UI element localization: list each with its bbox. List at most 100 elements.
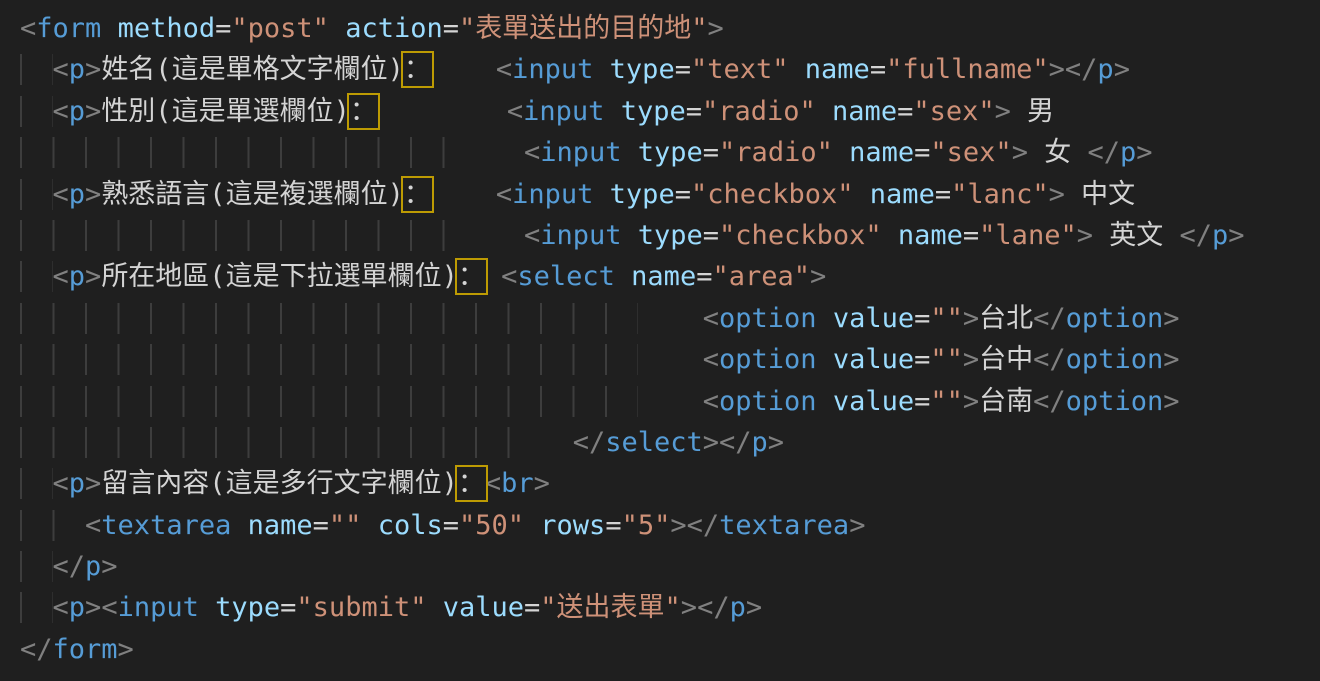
code-line: </form> (20, 629, 1320, 670)
code-token: < (53, 261, 69, 292)
code-token: </ (1087, 137, 1120, 168)
code-line: <option value="">台北</option> (20, 298, 1320, 339)
code-token: "fullname" (886, 54, 1049, 85)
indent-guides (20, 220, 475, 251)
code-token: = (935, 179, 951, 210)
code-token: option (1066, 303, 1164, 334)
code-token (199, 592, 215, 623)
code-token: select (605, 427, 703, 458)
code-token (638, 344, 703, 375)
code-token: = (963, 220, 979, 251)
indent-guides (20, 468, 53, 499)
code-token (638, 386, 703, 417)
code-token (361, 510, 377, 541)
code-editor[interactable]: <form method="post" action="表單送出的目的地"> <… (0, 0, 1320, 681)
code-token: </ (1065, 54, 1098, 85)
indent-guides (20, 303, 638, 334)
code-token: cols (378, 510, 443, 541)
code-line: <input type="radio" name="sex"> 女 </p> (20, 132, 1320, 173)
code-token (817, 344, 833, 375)
code-token: "sex" (913, 96, 994, 127)
unicode-highlight-box: ： (404, 179, 431, 210)
code-token: = (914, 303, 930, 334)
code-token: < (496, 54, 512, 85)
code-token: name (849, 137, 914, 168)
code-token: > (1136, 137, 1152, 168)
code-token: = (870, 54, 886, 85)
code-token: = (675, 54, 691, 85)
code-token (231, 510, 247, 541)
code-token: value (833, 386, 914, 417)
code-token: </ (573, 427, 606, 458)
code-token: </ (687, 510, 720, 541)
code-token: input (540, 137, 621, 168)
code-token (817, 386, 833, 417)
code-token (621, 137, 637, 168)
code-token: option (719, 303, 817, 334)
code-token: name (631, 261, 696, 292)
unicode-highlight-box: ： (458, 261, 485, 292)
code-line: <p>性別(這是單選欄位)： <input type="radio" name=… (20, 91, 1320, 132)
code-token: = (605, 510, 621, 541)
code-token: > (85, 96, 101, 127)
code-token: input (118, 592, 199, 623)
code-token: = (703, 137, 719, 168)
code-token: 女 (1028, 137, 1088, 168)
code-token: </ (1033, 386, 1066, 417)
code-token: < (703, 303, 719, 334)
code-token (615, 261, 631, 292)
code-token: form (53, 634, 118, 665)
indent-guides (20, 137, 475, 168)
indent-guides (20, 96, 53, 127)
code-line: <p>熟悉語言(這是複選欄位)： <input type="checkbox" … (20, 174, 1320, 215)
code-token: < (703, 386, 719, 417)
code-token: p (69, 261, 85, 292)
code-token: "text" (691, 54, 789, 85)
code-token (485, 261, 501, 292)
code-line: <p>留言內容(這是多行文字欄位)：<br> (20, 463, 1320, 504)
code-token (524, 510, 540, 541)
code-token: "submit" (296, 592, 426, 623)
code-token: p (1120, 137, 1136, 168)
code-token (377, 96, 507, 127)
code-token: p (69, 592, 85, 623)
code-token: > (85, 261, 101, 292)
code-token: = (443, 510, 459, 541)
code-line: <option value="">台南</option> (20, 381, 1320, 422)
code-token: 熟悉語言(這是複選欄位) (101, 179, 404, 210)
code-token: p (730, 592, 746, 623)
code-token: < (501, 261, 517, 292)
code-token: type (215, 592, 280, 623)
code-token: "lanc" (951, 179, 1049, 210)
code-line: <textarea name="" cols="50" rows="5"></t… (20, 505, 1320, 546)
code-token (475, 137, 524, 168)
code-token: > (1049, 179, 1065, 210)
code-token: 所在地區(這是下拉選單欄位) (101, 261, 458, 292)
code-token (817, 303, 833, 334)
code-token: value (833, 344, 914, 375)
code-line: <input type="checkbox" name="lane"> 英文 <… (20, 215, 1320, 256)
code-token: = (914, 386, 930, 417)
code-token (621, 220, 637, 251)
code-token: </ (697, 592, 730, 623)
code-token (431, 54, 496, 85)
code-token: type (621, 96, 686, 127)
code-token: = (914, 344, 930, 375)
code-token: 姓名(這是單格文字欄位) (101, 54, 404, 85)
code-token: select (517, 261, 615, 292)
code-token: = (914, 137, 930, 168)
code-token: "checkbox" (719, 220, 882, 251)
code-token: option (719, 386, 817, 417)
code-token: > (118, 634, 134, 665)
code-token (854, 179, 870, 210)
code-token: < (53, 96, 69, 127)
indent-guides (20, 344, 638, 375)
code-token: > (85, 54, 101, 85)
code-token: p (1212, 220, 1228, 251)
code-token: p (69, 179, 85, 210)
code-token: form (36, 13, 101, 44)
code-token: "表單送出的目的地" (459, 13, 708, 44)
code-token (638, 303, 703, 334)
code-token (475, 220, 524, 251)
code-token: "post" (231, 13, 329, 44)
